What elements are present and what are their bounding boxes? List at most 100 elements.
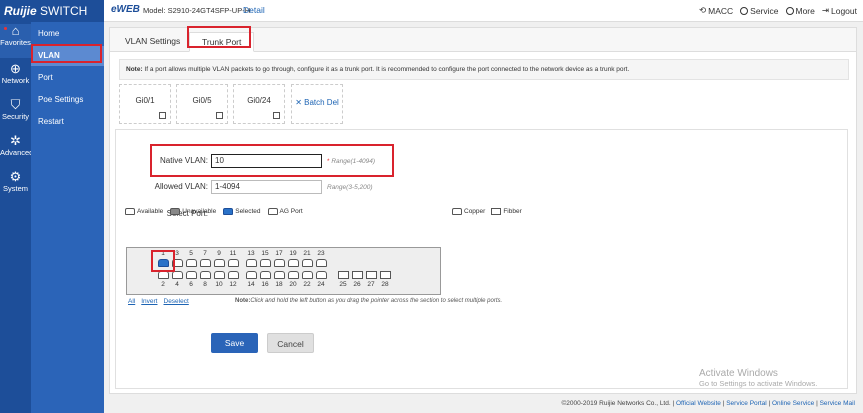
allowed-vlan-label: Allowed VLAN: xyxy=(154,182,208,191)
submenu-restart[interactable]: Restart xyxy=(31,112,104,132)
port-number: 11 xyxy=(229,250,237,257)
eweb-logo: eWEB xyxy=(111,4,140,15)
port-4[interactable] xyxy=(172,271,183,279)
trunk-port-card[interactable]: Gi0/1 xyxy=(119,84,171,124)
rail-item-favorites[interactable]: ⌂ Favorites xyxy=(0,24,31,58)
port-14[interactable] xyxy=(246,271,257,279)
panel-note: Note:Click and hold the left button as y… xyxy=(235,298,502,304)
panel-note-prefix: Note: xyxy=(235,298,251,304)
port-17[interactable] xyxy=(274,259,285,267)
model-label: Model: S2910-24GT4SFP-UP-H xyxy=(143,6,251,15)
submenu-home[interactable]: Home xyxy=(31,24,104,44)
port-20[interactable] xyxy=(288,271,299,279)
port-15[interactable] xyxy=(260,259,271,267)
online-service-link[interactable]: Online Service xyxy=(772,400,814,407)
unavailable-port-icon xyxy=(170,208,181,215)
legend-unavailable: Unavailable xyxy=(182,208,217,215)
port-number: 10 xyxy=(215,281,223,288)
port-11[interactable] xyxy=(228,259,239,267)
highlight-native-vlan xyxy=(150,144,394,177)
port-12[interactable] xyxy=(228,271,239,279)
allowed-vlan-input[interactable]: 1-4094 xyxy=(211,180,322,194)
submenu-port[interactable]: Port xyxy=(31,68,104,88)
shield-icon: ⛉ xyxy=(10,97,21,112)
note-text: If a port allows multiple VLAN packets t… xyxy=(144,66,630,73)
rail-item-security[interactable]: ⛉ Security xyxy=(0,98,31,128)
legend-available: Available xyxy=(137,208,164,215)
port-number: 9 xyxy=(217,250,221,257)
info-note: Note: If a port allows multiple VLAN pac… xyxy=(119,59,849,80)
invert-link[interactable]: Invert xyxy=(141,298,157,305)
port-22[interactable] xyxy=(302,271,313,279)
deselect-link[interactable]: Deselect xyxy=(164,298,189,305)
macc-button[interactable]: ⟲ MACC xyxy=(699,5,733,16)
icon-rail: ⌂ Favorites ⊕ Network ⛉ Security ✲ Advan… xyxy=(0,22,33,413)
port-8[interactable] xyxy=(200,271,211,279)
port-number: 16 xyxy=(261,281,269,288)
port-7[interactable] xyxy=(200,259,211,267)
port-number: 8 xyxy=(203,281,207,288)
more-icon xyxy=(785,6,794,15)
port-24[interactable] xyxy=(316,271,327,279)
trunk-port-card[interactable]: Gi0/5 xyxy=(176,84,228,124)
port-28[interactable] xyxy=(380,271,391,279)
trunk-port-card[interactable]: Gi0/24 xyxy=(233,84,285,124)
legend-fibber: Fibber xyxy=(503,208,522,215)
close-icon: ✕ xyxy=(295,98,302,107)
port-19[interactable] xyxy=(288,259,299,267)
more-button[interactable]: More xyxy=(785,5,815,16)
rail-label: Security xyxy=(1,112,30,121)
legend-ag-port: AG Port xyxy=(279,208,303,215)
port-9[interactable] xyxy=(214,259,225,267)
logout-button[interactable]: ⇥ Logout xyxy=(822,5,857,16)
rail-item-network[interactable]: ⊕ Network xyxy=(0,62,31,92)
official-website-link[interactable]: Official Website xyxy=(676,400,721,407)
footer: ©2000-2019 Ruijie Networks Co., Ltd. | O… xyxy=(561,400,855,407)
port-21[interactable] xyxy=(302,259,313,267)
port-5[interactable] xyxy=(186,259,197,267)
save-button[interactable]: Save xyxy=(211,333,258,353)
port-2[interactable] xyxy=(158,271,169,279)
port-18[interactable] xyxy=(274,271,285,279)
select-all-link[interactable]: All xyxy=(128,298,135,305)
port-13[interactable] xyxy=(246,259,257,267)
service-portal-link[interactable]: Service Portal xyxy=(726,400,766,407)
rail-item-advanced[interactable]: ✲ Advanced xyxy=(0,133,33,164)
port-10[interactable] xyxy=(214,271,225,279)
brand-suffix: SWITCH xyxy=(40,4,88,18)
allowed-vlan-hint: Range(3-5,200) xyxy=(327,184,373,191)
rail-label: System xyxy=(2,184,28,193)
port-number: 6 xyxy=(189,281,193,288)
gear-icon: ✲ xyxy=(10,133,21,148)
service-mail-link[interactable]: Service Mail xyxy=(820,400,855,407)
rail-label: Favorites xyxy=(0,38,31,47)
port-27[interactable] xyxy=(366,271,377,279)
fiber-port-icon xyxy=(491,208,502,215)
service-icon xyxy=(740,6,749,15)
port-number: 19 xyxy=(289,250,297,257)
batch-del-button[interactable]: ✕ Batch Del xyxy=(291,84,343,124)
port-25[interactable] xyxy=(338,271,349,279)
service-button[interactable]: Service xyxy=(740,5,779,16)
port-6[interactable] xyxy=(186,271,197,279)
tab-vlan-settings[interactable]: VLAN Settings xyxy=(113,32,192,52)
settings-icon: ⚙ xyxy=(9,169,22,184)
panel-note-text: Click and hold the left button as you dr… xyxy=(250,298,503,304)
port-23[interactable] xyxy=(316,259,327,267)
notification-dot xyxy=(4,27,7,30)
rail-item-system[interactable]: ⚙ System xyxy=(0,170,31,200)
port-number: 24 xyxy=(317,281,325,288)
port-number: 28 xyxy=(381,281,389,288)
port-number: 13 xyxy=(247,250,255,257)
port-number: 14 xyxy=(247,281,255,288)
trunk-port-checkbox[interactable] xyxy=(159,112,166,119)
port-number: 27 xyxy=(367,281,375,288)
trunk-port-checkbox[interactable] xyxy=(273,112,280,119)
port-26[interactable] xyxy=(352,271,363,279)
port-16[interactable] xyxy=(260,271,271,279)
cancel-button[interactable]: Cancel xyxy=(267,333,314,353)
detail-link[interactable]: Detail xyxy=(243,5,265,15)
port-number: 12 xyxy=(229,281,237,288)
trunk-port-checkbox[interactable] xyxy=(216,112,223,119)
submenu-poe-settings[interactable]: Poe Settings xyxy=(31,90,104,110)
